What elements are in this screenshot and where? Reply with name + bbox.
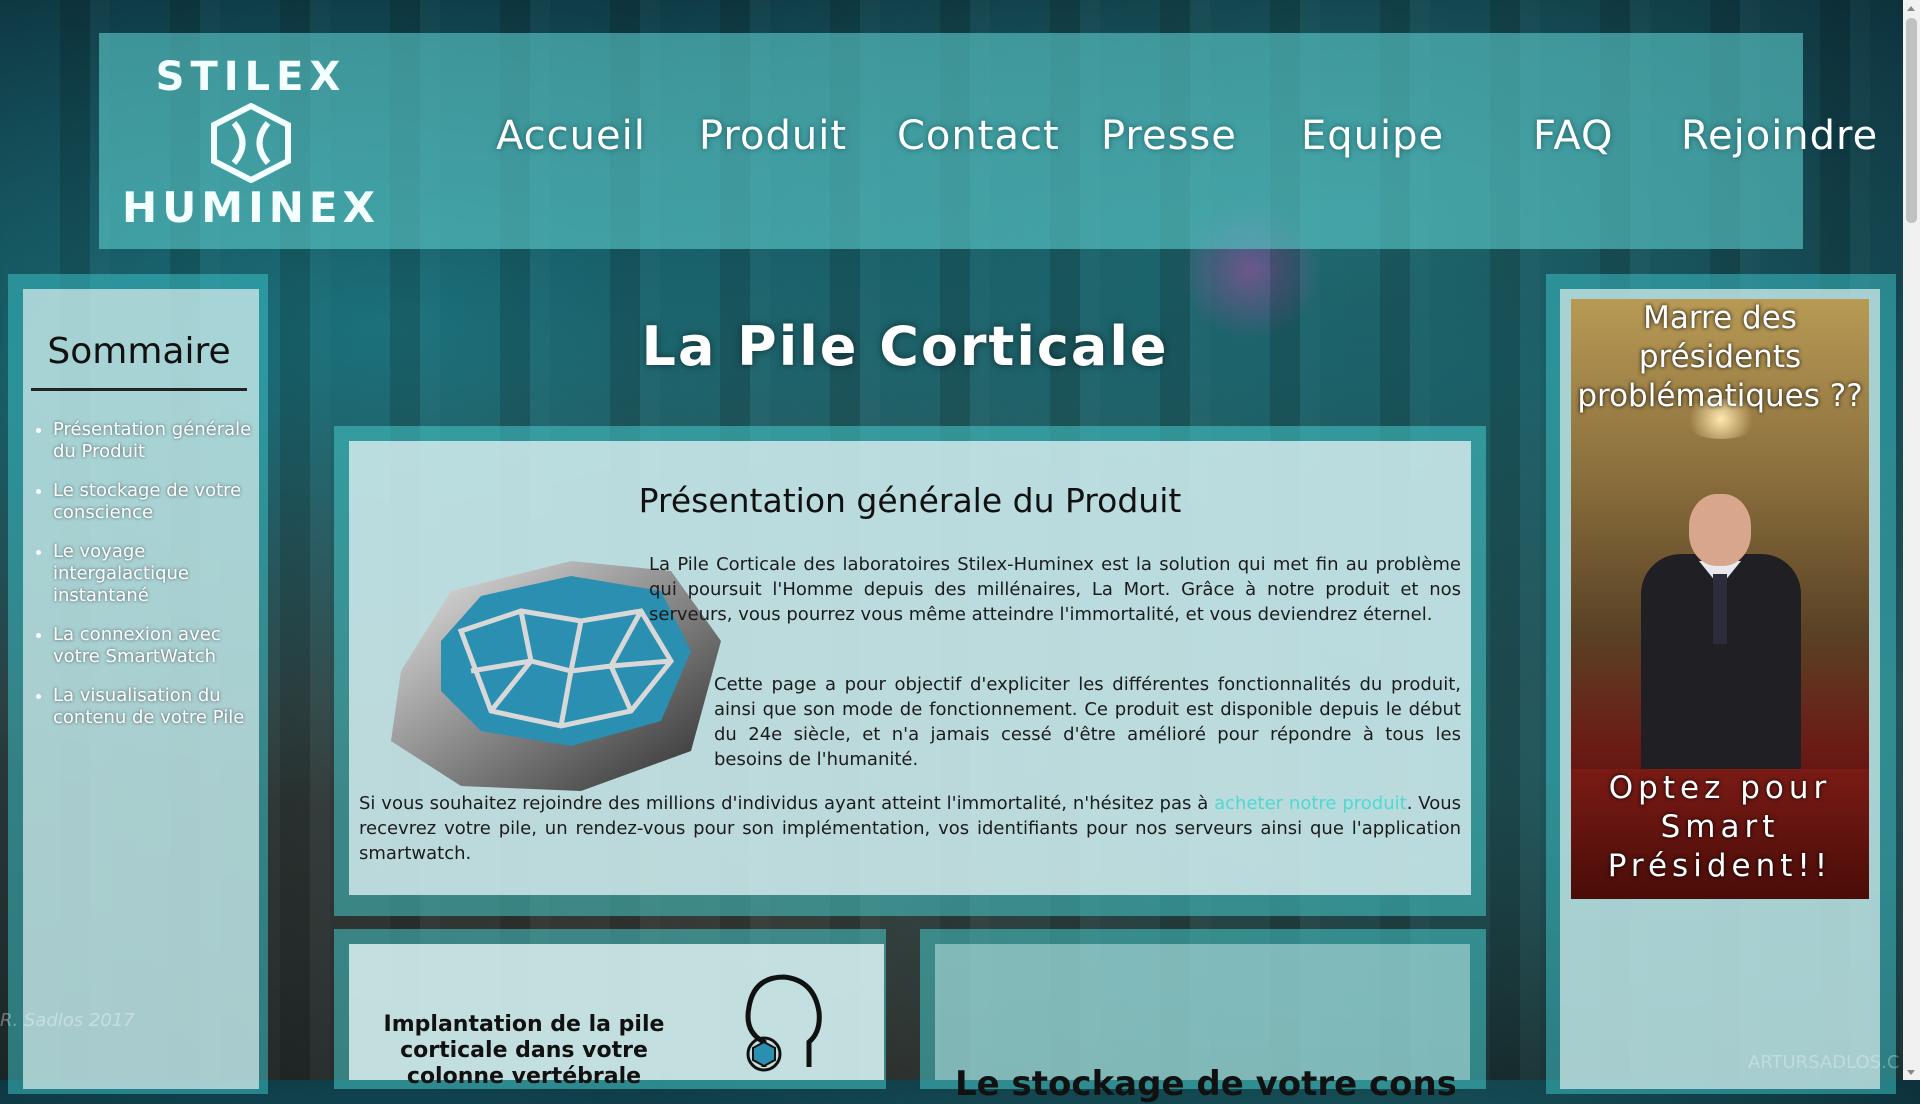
scroll-up-icon[interactable] [1907,6,1915,11]
article-paragraph-3: Si vous souhaitez rejoindre des millions… [359,791,1461,866]
buy-product-link[interactable]: acheter notre produit [1214,793,1407,814]
card-implantation: Implantation de la pile corticale dans v… [349,944,884,1089]
card-stockage-title: Le stockage de votre conscience [955,1064,1455,1104]
ad-bottom-text: Optez pour Smart Président!! [1607,770,1833,884]
ad-top-text: Marre des présidents problématiques ?? [1577,300,1863,414]
nav-faq[interactable]: FAQ [1533,113,1613,159]
article-paragraph-1: La Pile Corticale des laboratoires Stile… [649,554,1461,625]
head-spine-icon [745,974,822,1072]
logo-line2: HUMINEX [122,183,380,232]
page-title: La Pile Corticale [641,315,1169,378]
card-stockage: Le stockage de votre conscience [935,944,1470,1104]
sidebar-summary: Sommaire Présentation générale du Produi… [23,289,259,1089]
card-implantation-title: Implantation de la pile corticale dans v… [383,1012,665,1089]
smart-president-ad[interactable]: Marre des présidents problématiques ?? O… [1571,299,1869,899]
article-heading: Présentation générale du Produit [638,481,1182,520]
main-nav: Accueil Produit Contact Presse Equipe FA… [389,113,1877,173]
sidebar-item-label[interactable]: La visualisation du contenu de votre Pil… [53,685,244,728]
article-paragraph-2: Cette page a pour objectif d'expliciter … [714,674,1461,770]
page-scrollbar[interactable] [1903,0,1920,1080]
sidebar-item-label[interactable]: Présentation générale du Produit [53,419,251,462]
sidebar-item-stockage[interactable]: Le stockage de votre conscience [53,480,253,524]
sidebar-item-voyage[interactable]: Le voyage intergalactique instantané [53,541,253,607]
sidebar-title: Sommaire [31,331,247,391]
logo-line1: STILEX [155,54,347,100]
paragraph-text: Si vous souhaitez rejoindre des millions… [359,793,1215,814]
sidebar-item-smartwatch[interactable]: La connexion avec votre SmartWatch [53,624,253,668]
sidebar-item-label[interactable]: La connexion avec votre SmartWatch [53,624,221,667]
scroll-down-icon[interactable] [1907,1070,1915,1075]
watermark: ARTURSADLOS.C [1748,1052,1900,1073]
nav-accueil[interactable]: Accueil [496,113,646,159]
nav-contact[interactable]: Contact [897,113,1060,159]
nav-equipe[interactable]: Equipe [1301,113,1444,159]
ad-person-tie [1713,574,1727,644]
logo-emblem-icon [211,103,291,183]
nav-produit[interactable]: Produit [699,113,847,159]
scroll-thumb[interactable] [1906,18,1917,223]
site-header: STILEX HUMINEX Accueil Produit Contact P… [99,33,1877,249]
sidebar-item-visualisation[interactable]: La visualisation du contenu de votre Pil… [53,685,253,729]
logo[interactable]: STILEX HUMINEX [121,51,381,231]
ad-person-head [1689,494,1751,566]
sidebar-item-label[interactable]: Le stockage de votre conscience [53,480,241,523]
article-presentation: Présentation générale du Produit La Pile… [349,441,1471,895]
nav-presse[interactable]: Presse [1101,113,1237,159]
artist-signature: R. Sadlos 2017 [0,1010,135,1031]
sidebar-item-label[interactable]: Le voyage intergalactique instantané [53,541,189,606]
sidebar-item-presentation[interactable]: Présentation générale du Produit [53,419,253,463]
sidebar-list: Présentation générale du Produit Le stoc… [23,419,253,746]
nav-rejoindre[interactable]: Rejoindre [1681,113,1878,159]
